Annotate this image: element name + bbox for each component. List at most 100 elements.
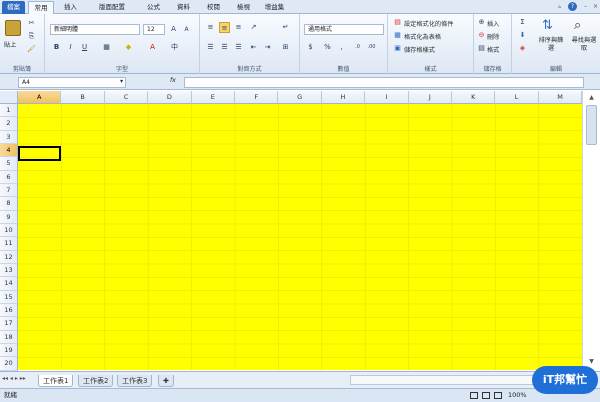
sheet-nav-arrows-icon[interactable]: ◂◂ ◂ ▸ ▸▸ xyxy=(2,375,26,382)
font-color-icon[interactable]: A xyxy=(147,42,158,53)
row-header[interactable]: 20 xyxy=(0,357,18,371)
row-header[interactable]: 5 xyxy=(0,157,18,171)
cell-styles-icon[interactable]: ▣ xyxy=(392,43,403,54)
row-header[interactable]: 12 xyxy=(0,250,18,264)
column-header[interactable]: F xyxy=(235,91,279,104)
row-header[interactable]: 19 xyxy=(0,343,18,358)
row-header[interactable]: 1 xyxy=(0,104,18,118)
help-icon[interactable]: ? xyxy=(568,2,577,11)
column-header[interactable]: E xyxy=(191,91,235,104)
format-table-button[interactable]: 格式化為表格 xyxy=(404,32,441,41)
ribbon-tab[interactable]: 插入 xyxy=(57,1,84,14)
ribbon-tab[interactable]: 檔案 xyxy=(2,1,25,14)
phonetic-icon[interactable]: 中 xyxy=(169,42,180,53)
name-box-dropdown-icon[interactable]: ▾ xyxy=(120,78,123,85)
paste-button[interactable]: 貼上 xyxy=(4,40,16,49)
column-header[interactable]: A xyxy=(18,91,62,104)
border-icon[interactable]: ▦ xyxy=(101,42,112,53)
row-header[interactable]: 16 xyxy=(0,303,18,318)
fill-icon[interactable]: ⬇ xyxy=(517,30,528,41)
align-bottom-icon[interactable]: ≡ xyxy=(233,22,244,33)
comma-button[interactable]: , xyxy=(336,42,347,53)
ribbon-tab[interactable]: 增益集 xyxy=(260,1,289,14)
row-header[interactable]: 4 xyxy=(0,143,18,158)
formula-input[interactable] xyxy=(184,77,584,88)
ribbon-tab[interactable]: 檢視 xyxy=(230,1,257,14)
find-select-icon[interactable]: ⌕ xyxy=(574,18,590,34)
sort-filter-button[interactable]: 排序與篩選 xyxy=(536,37,566,53)
paste-icon[interactable] xyxy=(5,20,21,36)
vertical-scroll-thumb[interactable] xyxy=(586,105,597,145)
scroll-up-icon[interactable]: ▲ xyxy=(586,93,597,103)
column-header[interactable]: L xyxy=(495,91,539,104)
grow-font-icon[interactable]: A xyxy=(168,24,179,35)
find-select-button[interactable]: 尋找與選取 xyxy=(570,37,598,53)
row-header[interactable]: 9 xyxy=(0,210,18,224)
row-header[interactable]: 7 xyxy=(0,183,18,198)
bold-button[interactable]: B xyxy=(51,42,62,53)
window-minimize-icon[interactable]: – xyxy=(581,2,590,11)
name-box[interactable]: A4 xyxy=(18,77,126,88)
format-table-icon[interactable]: ▦ xyxy=(392,30,403,41)
sort-filter-icon[interactable]: ⇅ xyxy=(542,18,558,34)
column-header[interactable]: C xyxy=(104,91,149,104)
zoom-level[interactable]: 100% xyxy=(508,389,527,402)
currency-button[interactable]: $ xyxy=(305,42,316,53)
sheet-tab[interactable]: 工作表2 xyxy=(78,375,114,387)
ribbon-tab[interactable]: 公式 xyxy=(140,1,167,14)
ribbon-tab[interactable]: 校閱 xyxy=(200,1,227,14)
insert-function-button[interactable]: fx xyxy=(170,77,176,84)
italic-button[interactable]: I xyxy=(65,42,76,53)
column-header[interactable]: I xyxy=(365,91,409,104)
align-center-icon[interactable]: ☰ xyxy=(219,42,230,53)
page-break-view-icon[interactable] xyxy=(494,392,502,399)
minimize-ribbon-icon[interactable]: ▵ xyxy=(555,2,564,11)
normal-view-icon[interactable] xyxy=(470,392,478,399)
cut-icon[interactable]: ✂ xyxy=(26,18,37,29)
insert-cells-icon[interactable]: ⊕ xyxy=(476,17,487,28)
insert-cells-button[interactable]: 插入 xyxy=(487,19,499,28)
decrease-decimal-icon[interactable]: .00 xyxy=(366,42,377,53)
sheet-tab[interactable]: 工作表3 xyxy=(117,375,153,387)
format-cells-icon[interactable]: ▤ xyxy=(476,43,487,54)
row-header[interactable]: 3 xyxy=(0,130,18,144)
active-cell[interactable] xyxy=(18,146,61,161)
row-header[interactable]: 2 xyxy=(0,117,18,131)
conditional-format-icon[interactable]: ▤ xyxy=(392,17,403,28)
cell-styles-button[interactable]: 儲存格樣式 xyxy=(404,45,435,54)
number-format-select[interactable]: 通用格式 xyxy=(304,24,384,35)
ribbon-tab[interactable]: 常用 xyxy=(28,1,54,14)
orientation-icon[interactable]: ↗ xyxy=(248,22,259,33)
shrink-font-icon[interactable]: A xyxy=(181,24,192,35)
column-header[interactable]: M xyxy=(538,91,583,104)
column-header[interactable]: H xyxy=(321,91,366,104)
row-header[interactable]: 13 xyxy=(0,263,18,278)
insert-sheet-icon[interactable]: ✚ xyxy=(158,375,174,387)
underline-button[interactable]: U xyxy=(79,42,90,53)
fill-color-icon[interactable]: ◆ xyxy=(123,42,134,53)
select-all-corner[interactable] xyxy=(0,91,18,104)
delete-cells-button[interactable]: 刪除 xyxy=(487,32,499,41)
align-top-icon[interactable]: ≡ xyxy=(205,22,216,33)
sheet-tab[interactable]: 工作表1 xyxy=(38,375,74,387)
row-header[interactable]: 17 xyxy=(0,317,18,331)
copy-icon[interactable]: ⎘ xyxy=(26,31,37,42)
format-painter-icon[interactable]: 🖌 xyxy=(26,44,37,55)
align-left-icon[interactable]: ☰ xyxy=(205,42,216,53)
column-header[interactable]: G xyxy=(278,91,322,104)
cell-grid[interactable] xyxy=(18,104,582,370)
conditional-format-button[interactable]: 設定格式化的條件 xyxy=(404,19,454,28)
wrap-text-icon[interactable]: ↵ xyxy=(280,22,291,33)
row-header[interactable]: 11 xyxy=(0,237,18,251)
increase-decimal-icon[interactable]: .0 xyxy=(352,42,363,53)
page-layout-view-icon[interactable] xyxy=(482,392,490,399)
row-header[interactable]: 15 xyxy=(0,290,18,304)
row-header[interactable]: 14 xyxy=(0,277,18,291)
row-header[interactable]: 8 xyxy=(0,197,18,211)
row-header[interactable]: 6 xyxy=(0,170,18,184)
window-close-icon[interactable]: × xyxy=(591,2,600,11)
column-header[interactable]: J xyxy=(408,91,452,104)
font-size-select[interactable]: 12 xyxy=(143,24,165,35)
delete-cells-icon[interactable]: ⊖ xyxy=(476,30,487,41)
ribbon-tab[interactable]: 版面配置 xyxy=(87,1,137,14)
